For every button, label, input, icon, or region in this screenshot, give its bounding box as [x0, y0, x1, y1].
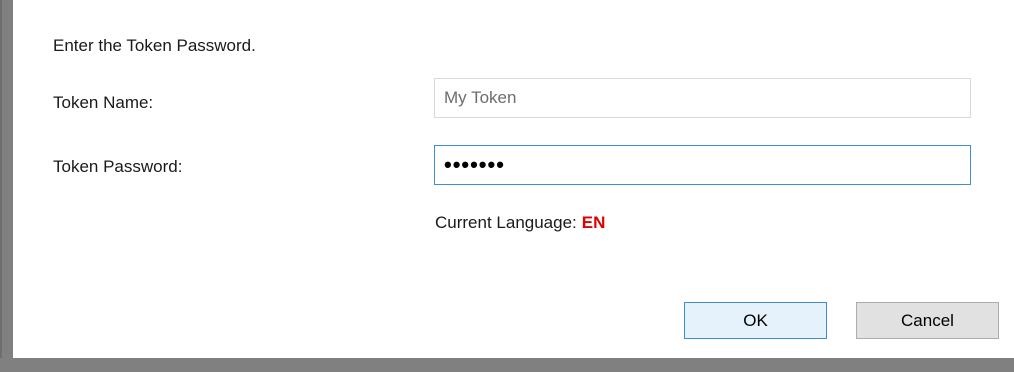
- current-language-label: Current Language:: [435, 213, 577, 232]
- window-border-left: [0, 0, 13, 372]
- window-border-edge: [0, 0, 2, 372]
- language-code: EN: [581, 213, 606, 232]
- ok-button[interactable]: OK: [684, 302, 827, 339]
- window-border-bottom: [0, 358, 1014, 372]
- current-language: Current Language: EN: [435, 213, 605, 233]
- instruction-text: Enter the Token Password.: [53, 36, 256, 55]
- token-name-label: Token Name:: [53, 93, 154, 112]
- token-name-field[interactable]: [434, 78, 971, 118]
- cancel-button[interactable]: Cancel: [856, 302, 999, 339]
- token-password-field[interactable]: [434, 145, 971, 185]
- token-password-label: Token Password:: [53, 157, 183, 176]
- token-password-dialog: Enter the Token Password. Token Name: To…: [13, 0, 1014, 358]
